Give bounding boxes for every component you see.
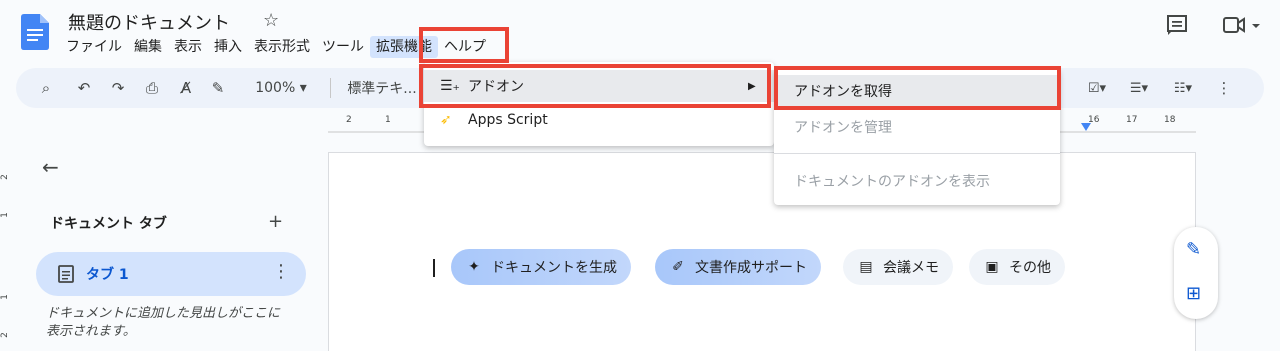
- docs-logo-icon[interactable]: [21, 14, 49, 50]
- zoom-value: 100%: [255, 80, 296, 96]
- numbered-list-icon[interactable]: ☷▾: [1166, 68, 1200, 108]
- text-cursor: [433, 259, 435, 277]
- manage-addons-menu-item: アドオンを管理: [774, 111, 1060, 143]
- menu-format[interactable]: 表示形式: [248, 36, 316, 58]
- spellcheck-icon[interactable]: A̸: [174, 68, 198, 108]
- ruler-number: 18: [1164, 115, 1176, 125]
- menu-edit[interactable]: 編集: [128, 36, 168, 58]
- redo-icon[interactable]: ↷: [106, 68, 130, 108]
- paragraph-style-select[interactable]: 標準テキ...: [342, 68, 422, 108]
- paint-format-icon[interactable]: ✎: [206, 68, 230, 108]
- tab-item-1[interactable]: タブ 1 ⋮: [36, 252, 306, 296]
- chip-label: 文書作成サポート: [695, 260, 807, 276]
- menu-extensions[interactable]: 拡張機能: [370, 36, 438, 58]
- apps-script-menu-item[interactable]: ➶ Apps Script: [424, 104, 774, 136]
- tab-more-icon[interactable]: ⋮: [272, 261, 290, 282]
- magic-edit-icon[interactable]: ✎: [1186, 239, 1201, 260]
- menu-file[interactable]: ファイル: [60, 36, 128, 58]
- ruler-number: 17: [1126, 115, 1138, 125]
- menu-help[interactable]: ヘルプ: [438, 36, 492, 58]
- submenu-arrow-icon: ▶: [748, 80, 756, 92]
- chip-label: 会議メモ: [883, 260, 939, 276]
- bulleted-list-icon[interactable]: ☰▾: [1124, 68, 1154, 108]
- more-chip[interactable]: ▣ その他: [969, 249, 1065, 285]
- document-title[interactable]: 無題のドキュメント: [68, 9, 230, 35]
- addons-submenu: アドオンを取得 アドオンを管理 ドキュメントのアドオンを表示: [774, 69, 1060, 205]
- search-menus-icon[interactable]: ⌕: [34, 68, 58, 108]
- document-icon: [58, 265, 74, 283]
- meet-icon[interactable]: [1222, 14, 1262, 36]
- star-icon[interactable]: ☆: [263, 10, 279, 31]
- generate-document-chip[interactable]: ✦ ドキュメントを生成: [451, 249, 631, 285]
- zoom-select[interactable]: 100% ▾: [246, 68, 316, 108]
- more-options-icon[interactable]: ⋮: [1214, 68, 1234, 108]
- menu-insert[interactable]: 挿入: [208, 36, 248, 58]
- comments-icon[interactable]: [1166, 14, 1188, 36]
- addons-icon: ☰₊: [440, 78, 460, 94]
- vertical-ruler: 2 1 1 2: [0, 150, 14, 351]
- back-arrow-icon[interactable]: ←: [42, 155, 59, 179]
- chip-label: その他: [1009, 260, 1051, 276]
- undo-icon[interactable]: ↶: [72, 68, 96, 108]
- ruler-number: 1: [385, 115, 391, 125]
- add-tab-icon[interactable]: +: [268, 211, 283, 232]
- ruler-number: 1: [0, 294, 10, 300]
- paragraph-style-value: 標準テキ...: [347, 81, 417, 97]
- ruler-number: 2: [0, 332, 10, 338]
- apps-script-label: Apps Script: [468, 112, 548, 128]
- ruler-number: 2: [346, 115, 352, 125]
- writing-support-chip[interactable]: ✐ 文書作成サポート: [655, 249, 821, 285]
- ruler-number: 2: [0, 174, 10, 180]
- get-addons-menu-item[interactable]: アドオンを取得: [774, 75, 1060, 107]
- show-addons-label: ドキュメントのアドオンを表示: [794, 174, 990, 190]
- checklist-icon[interactable]: ☑▾: [1082, 68, 1112, 108]
- print-icon[interactable]: ⎙: [140, 68, 164, 108]
- notes-icon: ▤: [859, 259, 873, 275]
- menu-view[interactable]: 表示: [168, 36, 208, 58]
- menu-bar: ファイル 編集 表示 挿入 表示形式 ツール 拡張機能 ヘルプ: [60, 36, 492, 58]
- get-addons-label: アドオンを取得: [794, 84, 892, 100]
- ruler-number: 1: [0, 212, 10, 218]
- document-tabs-title: ドキュメント タブ: [50, 216, 167, 232]
- addons-menu-item[interactable]: ☰₊ アドオン ▶: [424, 70, 774, 102]
- magic-pen-icon: ✐: [672, 259, 684, 275]
- add-note-icon: ▣: [985, 259, 999, 275]
- sidebar-hint: ドキュメントに追加した見出しがここに表示されます。: [46, 306, 281, 339]
- manage-addons-label: アドオンを管理: [794, 120, 892, 136]
- addons-label: アドオン: [468, 79, 524, 95]
- show-addons-menu-item: ドキュメントのアドオンを表示: [774, 165, 1060, 197]
- suggest-edit-icon[interactable]: ⊞: [1186, 283, 1201, 304]
- apps-script-icon: ➶: [440, 112, 452, 128]
- extensions-menu: ☰₊ アドオン ▶ ➶ Apps Script: [424, 62, 774, 146]
- tab-label: タブ 1: [86, 267, 129, 283]
- meeting-notes-chip[interactable]: ▤ 会議メモ: [843, 249, 953, 285]
- menu-tools[interactable]: ツール: [316, 36, 370, 58]
- sparkle-icon: ✦: [468, 259, 480, 275]
- side-float-panel: ✎ ⊞: [1174, 227, 1218, 319]
- menu-divider: [774, 153, 1060, 154]
- chip-label: ドキュメントを生成: [491, 260, 617, 276]
